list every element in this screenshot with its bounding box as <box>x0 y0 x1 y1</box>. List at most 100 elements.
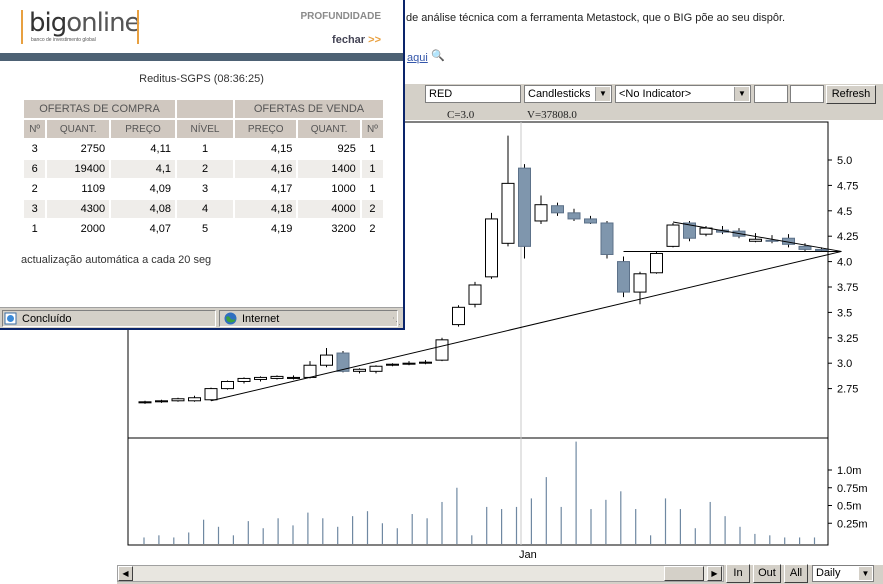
col-level: NÍVEL <box>177 120 233 138</box>
candle-body <box>204 388 218 401</box>
candle-body <box>270 375 284 379</box>
volume-y-tick-label: 0.25m <box>837 518 868 530</box>
sell-n: 1 <box>361 140 383 158</box>
col-sell-qty: QUANT. <box>298 120 360 138</box>
candle-body <box>551 205 564 214</box>
magnifier-icon[interactable]: 🔍 <box>431 49 445 62</box>
sell-qty: 4000 <box>298 200 360 218</box>
logo-bar-right <box>137 10 139 44</box>
buy-n: 3 <box>24 200 46 218</box>
buy-price: 4,1 <box>111 160 175 178</box>
table-row: 3 2750 4,11 1 4,15 925 1 <box>24 140 383 158</box>
double-chevron-icon[interactable]: >> <box>368 34 381 46</box>
buy-n: 2 <box>24 180 46 198</box>
param-input-2[interactable] <box>790 85 824 103</box>
logo-tagline: banco de investimento global <box>31 37 96 43</box>
indicator-select[interactable]: <No Indicator> ▼ <box>615 85 751 103</box>
volume-y-tick-label: 0.5m <box>837 501 861 513</box>
fechar-label[interactable]: fechar <box>332 34 365 46</box>
buy-n: 6 <box>24 160 46 178</box>
candle-body <box>798 245 812 250</box>
buy-n: 1 <box>24 220 46 238</box>
col-sell-price: PREÇO <box>235 120 297 138</box>
page-done-icon <box>4 312 17 325</box>
param-input-1[interactable] <box>754 85 788 103</box>
chevron-down-icon[interactable]: ▼ <box>595 87 610 101</box>
scroll-left-icon[interactable]: ◀ <box>118 566 133 581</box>
auto-refresh-note: actualização automática a cada 20 seg <box>21 254 212 266</box>
sell-n: 2 <box>361 220 383 238</box>
scrollbar-thumb[interactable] <box>664 566 704 581</box>
zoom-out-button[interactable]: Out <box>753 564 781 583</box>
candle-body <box>320 354 333 366</box>
candle-body <box>287 376 300 379</box>
col-buy-qty: QUANT. <box>47 120 110 138</box>
candle-body <box>468 284 482 305</box>
candle-body <box>534 204 548 222</box>
sell-qty: 925 <box>298 140 360 158</box>
sell-n: 2 <box>361 200 383 218</box>
sell-price: 4,19 <box>235 220 297 238</box>
zoom-in-button[interactable]: In <box>726 564 750 583</box>
table-row: 2 1109 4,09 3 4,17 1000 1 <box>24 180 383 198</box>
globe-icon <box>224 312 237 325</box>
table-row: 6 19400 4,1 2 4,16 1400 1 <box>24 160 383 178</box>
chart-scrollbar[interactable] <box>117 565 724 582</box>
indicator-value: <No Indicator> <box>619 88 692 100</box>
price-y-tick-label: 4.0 <box>837 257 852 269</box>
fechar-link[interactable]: fechar >> <box>332 34 381 46</box>
volume-y-tick-label: 0.75m <box>837 483 868 495</box>
buy-qty: 2750 <box>47 140 110 158</box>
candle-body <box>600 222 614 255</box>
aqui-link[interactable]: aqui <box>407 52 428 64</box>
level: 2 <box>177 160 233 178</box>
price-y-tick-label: 4.25 <box>837 231 858 243</box>
price-y-tick-label: 2.75 <box>837 384 858 396</box>
candle-body <box>633 273 647 293</box>
candle-body <box>567 212 581 220</box>
table-row: 1 2000 4,07 5 4,19 3200 2 <box>24 220 383 238</box>
candle-body <box>369 365 383 372</box>
price-y-tick-label: 3.75 <box>837 282 858 294</box>
x-tick-jan: Jan <box>519 549 537 561</box>
level: 3 <box>177 180 233 198</box>
candle-body <box>452 306 465 326</box>
chart-type-select[interactable]: Candlesticks ▼ <box>524 85 612 103</box>
status-segment-main: Concluído <box>2 310 216 327</box>
symbol-input[interactable]: RED <box>425 85 521 103</box>
sell-qty: 3200 <box>298 220 360 238</box>
scroll-right-icon[interactable]: ▶ <box>707 566 722 581</box>
candle-body <box>518 167 531 247</box>
candle-body <box>254 376 267 380</box>
sell-price: 4,18 <box>235 200 297 218</box>
resize-grip-icon[interactable]: ⋱ <box>392 316 401 327</box>
price-y-tick-label: 3.5 <box>837 307 852 319</box>
sell-qty: 1000 <box>298 180 360 198</box>
zoom-all-button[interactable]: All <box>784 564 808 583</box>
candle-body <box>666 224 680 247</box>
candle-body <box>485 218 498 278</box>
header-divider <box>0 53 403 61</box>
sell-offers-header: OFERTAS DE VENDA <box>235 100 383 118</box>
buy-qty: 4300 <box>47 200 110 218</box>
buy-qty: 19400 <box>47 160 110 178</box>
chevron-down-icon[interactable]: ▼ <box>734 87 749 101</box>
status-bar: Concluído Internet ⋱ <box>0 307 403 328</box>
volume-y-tick-label: 1.0m <box>837 465 861 477</box>
buy-qty: 1109 <box>47 180 110 198</box>
volume-readout: V=37808.0 <box>527 109 577 121</box>
candle-body <box>386 363 399 366</box>
chevron-down-icon[interactable]: ▼ <box>859 567 872 580</box>
buy-offers-header: OFERTAS DE COMPRA <box>24 100 175 118</box>
sell-n: 1 <box>361 180 383 198</box>
refresh-button[interactable]: Refresh <box>826 85 876 104</box>
bigonline-logo: bigonline banco de investimento global <box>21 8 141 46</box>
sell-n: 1 <box>361 160 383 178</box>
candle-body <box>435 339 449 361</box>
candle-body <box>584 218 597 224</box>
level-header-spacer <box>177 100 233 118</box>
buy-qty: 2000 <box>47 220 110 238</box>
period-select[interactable]: Daily ▼ <box>812 565 874 582</box>
price-y-tick-label: 4.5 <box>837 206 852 218</box>
close-readout: C=3.0 <box>447 109 475 121</box>
